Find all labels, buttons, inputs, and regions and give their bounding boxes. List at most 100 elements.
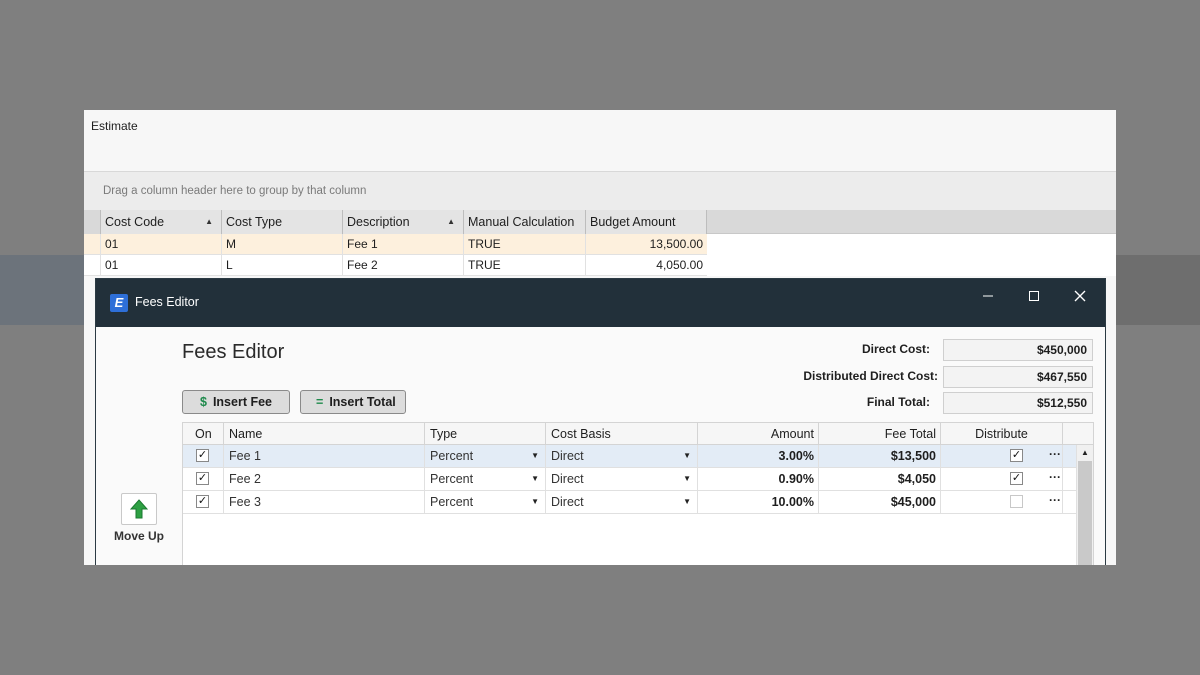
column-header-label: Cost Type xyxy=(226,215,283,229)
maximize-icon xyxy=(1029,291,1039,301)
cell-amount[interactable]: 0.90% xyxy=(698,468,819,490)
cell-amount[interactable]: 10.00% xyxy=(698,491,819,513)
cell-name[interactable]: Fee 3 xyxy=(224,491,425,513)
column-header-manual-calculation[interactable]: Manual Calculation xyxy=(463,210,585,234)
more-options-button[interactable]: ··· xyxy=(1049,445,1063,467)
column-header-name[interactable]: Name xyxy=(224,423,425,445)
minimize-button[interactable] xyxy=(965,279,1011,315)
more-options-button[interactable]: ··· xyxy=(1049,491,1063,513)
row-indicator-header xyxy=(84,210,100,234)
cell-cost-type[interactable]: M xyxy=(221,234,342,255)
column-header-distribute[interactable]: Distribute xyxy=(941,423,1063,445)
scroll-up-icon[interactable]: ▲ xyxy=(1077,445,1093,461)
scrollbar-thumb[interactable] xyxy=(1078,461,1092,565)
close-icon xyxy=(1074,290,1086,302)
row-empty-space xyxy=(707,255,1116,276)
cell-distribute xyxy=(941,491,1063,513)
insert-fee-label: Insert Fee xyxy=(212,395,273,409)
table-row[interactable]: 01 M Fee 1 TRUE 13,500.00 xyxy=(84,234,1116,255)
type-dropdown[interactable]: Percent ▼ xyxy=(425,468,546,490)
cost-basis-value: Direct xyxy=(551,472,584,486)
on-checkbox[interactable]: ✓ xyxy=(196,472,209,485)
dropdown-arrow-icon: ▼ xyxy=(531,474,539,483)
cell-description[interactable]: Fee 1 xyxy=(342,234,463,255)
cell-description[interactable]: Fee 2 xyxy=(342,255,463,276)
cell-on: ✓ xyxy=(183,468,224,490)
cell-on: ✓ xyxy=(183,445,224,467)
cell-fee-total: $13,500 xyxy=(819,445,941,467)
cell-cost-type[interactable]: L xyxy=(221,255,342,276)
column-header-on[interactable]: On xyxy=(183,423,224,445)
maximize-button[interactable] xyxy=(1011,279,1057,315)
group-by-panel[interactable]: Drag a column header here to group by th… xyxy=(84,172,1116,210)
direct-cost-label: Direct Cost: xyxy=(861,342,930,356)
dropdown-arrow-icon: ▼ xyxy=(683,451,691,460)
column-header-cost-type[interactable]: Cost Type xyxy=(221,210,342,234)
distribute-checkbox[interactable]: ✓ xyxy=(1010,472,1023,485)
cell-budget-amount[interactable]: 13,500.00 xyxy=(585,234,707,255)
cell-manual-calculation[interactable]: TRUE xyxy=(463,234,585,255)
estimate-title: Estimate xyxy=(91,119,138,133)
cell-on: ✓ xyxy=(183,491,224,513)
direct-cost-value: $450,000 xyxy=(943,339,1093,361)
backdrop-panel xyxy=(1116,255,1200,325)
insert-total-button[interactable]: = Insert Total xyxy=(300,390,406,414)
cell-budget-amount[interactable]: 4,050.00 xyxy=(585,255,707,276)
column-header-type[interactable]: Type xyxy=(425,423,546,445)
cell-cost-code[interactable]: 01 xyxy=(100,234,221,255)
dollar-icon: $ xyxy=(200,395,207,409)
cost-basis-value: Direct xyxy=(551,449,584,463)
distributed-direct-cost-value: $467,550 xyxy=(943,366,1093,388)
cell-fee-total: $4,050 xyxy=(819,468,941,490)
column-header-budget-amount[interactable]: Budget Amount xyxy=(585,210,707,234)
dialog-titlebar[interactable]: E Fees Editor xyxy=(96,279,1105,327)
fees-grid: On Name Type Cost Basis Amount Fee Total… xyxy=(182,422,1094,565)
cell-distribute: ✓ xyxy=(941,445,1063,467)
backdrop-panel xyxy=(0,255,84,325)
fee-row[interactable]: ✓ Fee 3 Percent ▼ Direct ▼ 10.00% $45,000 … xyxy=(183,491,1076,514)
more-options-button[interactable]: ··· xyxy=(1049,468,1063,490)
left-rail: Move Up xyxy=(96,327,183,565)
type-value: Percent xyxy=(430,449,474,463)
column-header-amount[interactable]: Amount xyxy=(698,423,819,445)
type-dropdown[interactable]: Percent ▼ xyxy=(425,491,546,513)
vertical-scrollbar[interactable]: ▲ xyxy=(1076,445,1093,565)
cost-basis-dropdown[interactable]: Direct ▼ xyxy=(546,445,698,467)
close-button[interactable] xyxy=(1057,279,1103,315)
dropdown-arrow-icon: ▼ xyxy=(531,497,539,506)
cell-amount[interactable]: 3.00% xyxy=(698,445,819,467)
cell-manual-calculation[interactable]: TRUE xyxy=(463,255,585,276)
distribute-checkbox[interactable]: ✓ xyxy=(1010,449,1023,462)
table-row[interactable]: 01 L Fee 2 TRUE 4,050.00 xyxy=(84,255,1116,276)
column-header-cost-code[interactable]: Cost Code ▲ xyxy=(100,210,221,234)
sort-ascending-icon: ▲ xyxy=(205,217,213,226)
distribute-checkbox[interactable] xyxy=(1010,495,1023,508)
column-header-description[interactable]: Description ▲ xyxy=(342,210,463,234)
cell-name[interactable]: Fee 2 xyxy=(224,468,425,490)
dropdown-arrow-icon: ▼ xyxy=(683,497,691,506)
cost-basis-dropdown[interactable]: Direct ▼ xyxy=(546,468,698,490)
arrow-up-icon xyxy=(130,499,148,519)
final-total-value: $512,550 xyxy=(943,392,1093,414)
cell-name[interactable]: Fee 1 xyxy=(224,445,425,467)
column-header-fee-total[interactable]: Fee Total xyxy=(819,423,941,445)
estimate-grid: Cost Code ▲ Cost Type Description ▲ Manu… xyxy=(84,210,1116,276)
column-header-label: Cost Code xyxy=(105,215,165,229)
on-checkbox[interactable]: ✓ xyxy=(196,449,209,462)
insert-fee-button[interactable]: $ Insert Fee xyxy=(182,390,290,414)
type-dropdown[interactable]: Percent ▼ xyxy=(425,445,546,467)
sort-ascending-icon: ▲ xyxy=(447,217,455,226)
estimate-header: Estimate xyxy=(84,110,1116,172)
grid-header: Cost Code ▲ Cost Type Description ▲ Manu… xyxy=(84,210,1116,234)
move-up-button[interactable] xyxy=(121,493,157,525)
column-header-cost-basis[interactable]: Cost Basis xyxy=(546,423,698,445)
final-total-label: Final Total: xyxy=(866,395,930,409)
cost-basis-dropdown[interactable]: Direct ▼ xyxy=(546,491,698,513)
fee-row[interactable]: ✓ Fee 1 Percent ▼ Direct ▼ 3.00% $13,500 ✓… xyxy=(183,445,1076,468)
on-checkbox[interactable]: ✓ xyxy=(196,495,209,508)
cell-cost-code[interactable]: 01 xyxy=(100,255,221,276)
cell-fee-total: $45,000 xyxy=(819,491,941,513)
column-header-label: Budget Amount xyxy=(590,215,676,229)
dropdown-arrow-icon: ▼ xyxy=(683,474,691,483)
fee-row[interactable]: ✓ Fee 2 Percent ▼ Direct ▼ 0.90% $4,050 ✓ … xyxy=(183,468,1076,491)
